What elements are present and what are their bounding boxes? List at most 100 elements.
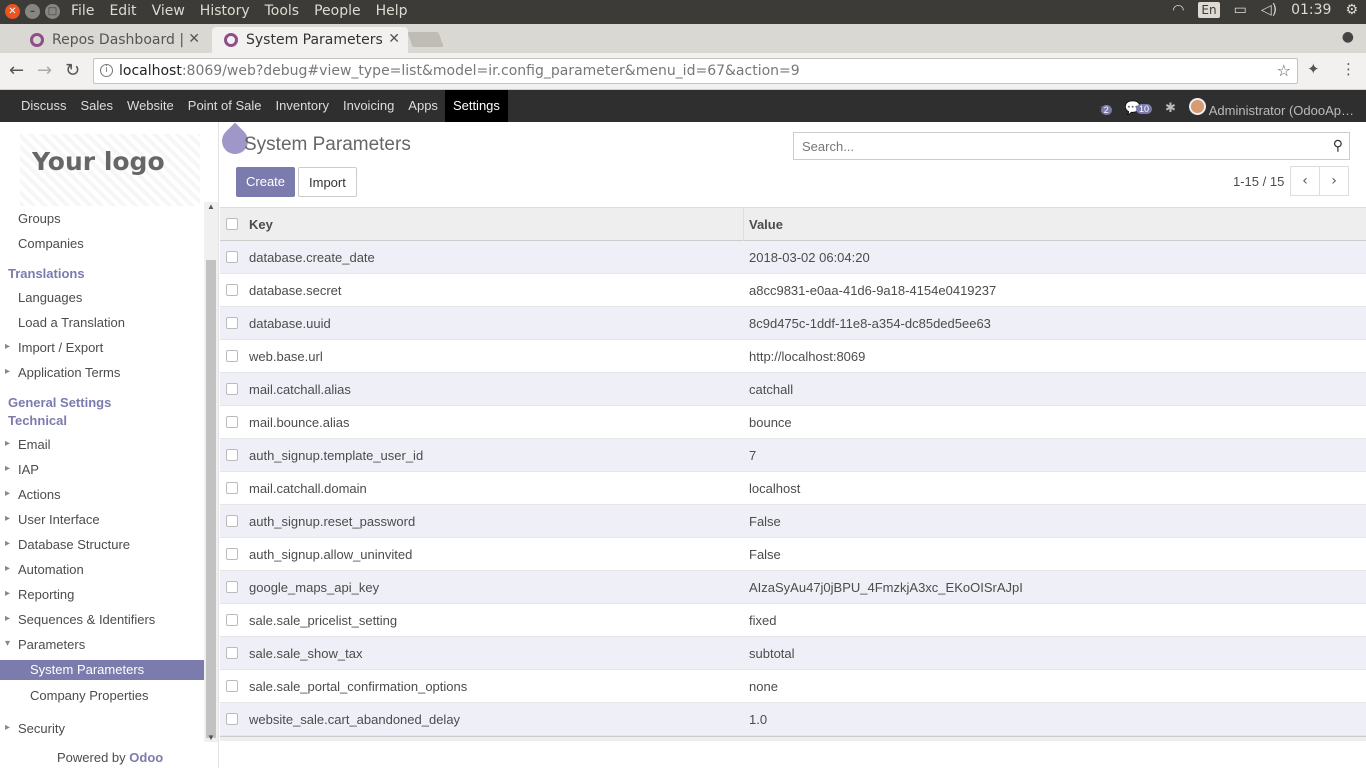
activity-button[interactable]: ◔2	[1098, 101, 1112, 116]
search-icon[interactable]: ⚲	[1333, 137, 1343, 154]
table-row[interactable]: sale.sale_portal_confirmation_options non…	[220, 670, 1366, 703]
sidebar-item-reporting[interactable]: Reporting	[5, 587, 74, 602]
menu-edit[interactable]: Edit	[109, 3, 136, 19]
pager-next-icon[interactable]: ›	[1319, 166, 1349, 196]
row-checkbox[interactable]	[226, 647, 238, 659]
table-row[interactable]: mail.catchall.alias catchall	[220, 373, 1366, 406]
column-header-value[interactable]: Value	[749, 217, 783, 232]
scroll-up-icon[interactable]: ▲	[207, 202, 215, 211]
sidebar-item-user-interface[interactable]: User Interface	[5, 512, 100, 527]
scroll-down-icon[interactable]: ▼	[207, 733, 215, 742]
row-checkbox[interactable]	[226, 548, 238, 560]
sidebar-item-company-properties[interactable]: Company Properties	[30, 688, 149, 703]
tab-system-parameters[interactable]: System Parameters ✕	[212, 27, 408, 53]
tab-close-icon[interactable]: ✕	[188, 31, 200, 47]
sidebar-item-companies[interactable]: Companies	[18, 236, 84, 251]
window-minimize-button[interactable]: –	[25, 4, 40, 19]
app-sales[interactable]: Sales	[74, 90, 121, 122]
import-button[interactable]: Import	[298, 167, 357, 197]
table-row[interactable]: sale.sale_pricelist_setting fixed	[220, 604, 1366, 637]
table-row[interactable]: mail.catchall.domain localhost	[220, 472, 1366, 505]
app-inventory[interactable]: Inventory	[269, 90, 336, 122]
sidebar-item-import-export[interactable]: Import / Export	[5, 340, 103, 355]
clock[interactable]: 01:39	[1291, 2, 1331, 18]
table-row[interactable]: database.secret a8cc9831-e0aa-41d6-9a18-4…	[220, 274, 1366, 307]
wifi-icon[interactable]: ◠	[1172, 2, 1184, 18]
table-row[interactable]: auth_signup.template_user_id 7	[220, 439, 1366, 472]
pager-value[interactable]: 1-15 / 15	[1233, 174, 1284, 189]
company-logo[interactable]: Your logo	[20, 134, 200, 206]
back-icon[interactable]: ←	[9, 60, 24, 81]
forward-icon[interactable]: →	[37, 60, 52, 81]
sidebar-category-translations[interactable]: Translations	[8, 266, 85, 281]
menu-file[interactable]: File	[71, 3, 94, 19]
app-discuss[interactable]: Discuss	[14, 90, 74, 122]
table-row[interactable]: database.uuid 8c9d475c-1ddf-11e8-a354-dc8…	[220, 307, 1366, 340]
sidebar-item-groups[interactable]: Groups	[18, 211, 61, 226]
debug-bug-icon[interactable]: ✱	[1165, 100, 1176, 116]
menu-tools[interactable]: Tools	[265, 3, 300, 19]
row-checkbox[interactable]	[226, 482, 238, 494]
volume-icon[interactable]: ◁)	[1261, 2, 1277, 18]
table-row[interactable]: auth_signup.reset_password False	[220, 505, 1366, 538]
sidebar-item-system-parameters[interactable]: System Parameters	[0, 660, 204, 680]
row-checkbox[interactable]	[226, 350, 238, 362]
odoo-link[interactable]: Odoo	[129, 750, 163, 765]
table-row[interactable]: auth_signup.allow_uninvited False	[220, 538, 1366, 571]
sidebar-item-parameters[interactable]: Parameters	[5, 637, 85, 652]
app-point-of-sale[interactable]: Point of Sale	[181, 90, 269, 122]
tab-repos-dashboard[interactable]: Repos Dashboard | ✕	[18, 27, 208, 53]
pager-previous-icon[interactable]: ‹	[1290, 166, 1320, 196]
sidebar-item-load-translation[interactable]: Load a Translation	[18, 315, 125, 330]
row-checkbox[interactable]	[226, 581, 238, 593]
menu-help[interactable]: Help	[376, 3, 408, 19]
app-settings[interactable]: Settings	[444, 90, 508, 122]
sidebar-item-sequences-identifiers[interactable]: Sequences & Identifiers	[5, 612, 155, 627]
app-website[interactable]: Website	[120, 90, 181, 122]
sidebar-item-languages[interactable]: Languages	[18, 290, 82, 305]
row-checkbox[interactable]	[226, 680, 238, 692]
address-bar[interactable]: i localhost:8069/web?debug#view_type=lis…	[93, 58, 1298, 84]
search-input[interactable]: Search... ⚲	[793, 132, 1350, 160]
user-menu[interactable]: Administrator (OdooAp…	[1188, 98, 1354, 118]
keyboard-layout[interactable]: En	[1198, 2, 1220, 18]
row-checkbox[interactable]	[226, 251, 238, 263]
table-row[interactable]: sale.sale_show_tax subtotal	[220, 637, 1366, 670]
messages-button[interactable]: 💬10	[1125, 100, 1152, 116]
table-row[interactable]: mail.bounce.alias bounce	[220, 406, 1366, 439]
sidebar-category-technical[interactable]: Technical	[8, 413, 67, 428]
menu-people[interactable]: People	[314, 3, 361, 19]
sidebar-item-automation[interactable]: Automation	[5, 562, 84, 577]
browser-menu-icon[interactable]: ⋮	[1341, 60, 1356, 78]
sidebar-item-application-terms[interactable]: Application Terms	[5, 365, 120, 380]
new-tab-button[interactable]	[407, 32, 444, 47]
reload-icon[interactable]: ↻	[65, 60, 80, 81]
extension-icon[interactable]: ✦	[1307, 60, 1320, 78]
sidebar-item-iap[interactable]: IAP	[5, 462, 39, 477]
row-checkbox[interactable]	[226, 614, 238, 626]
row-checkbox[interactable]	[226, 515, 238, 527]
row-checkbox[interactable]	[226, 383, 238, 395]
settings-gear-icon[interactable]: ⚙	[1345, 2, 1358, 18]
window-close-button[interactable]: ✕	[5, 4, 20, 19]
sidebar-item-email[interactable]: Email	[5, 437, 50, 452]
create-button[interactable]: Create	[236, 167, 296, 197]
battery-icon[interactable]: ▭	[1234, 2, 1247, 18]
sidebar-item-database-structure[interactable]: Database Structure	[5, 537, 130, 552]
scrollbar-thumb[interactable]	[206, 260, 216, 738]
menu-history[interactable]: History	[200, 3, 250, 19]
row-checkbox[interactable]	[226, 317, 238, 329]
select-all-checkbox[interactable]	[226, 218, 238, 230]
app-invoicing[interactable]: Invoicing	[336, 90, 401, 122]
table-row[interactable]: database.create_date 2018-03-02 06:04:20	[220, 241, 1366, 274]
window-maximize-button[interactable]: □	[45, 4, 60, 19]
menu-view[interactable]: View	[152, 3, 185, 19]
sidebar-category-general-settings[interactable]: General Settings	[8, 395, 111, 410]
table-row[interactable]: website_sale.cart_abandoned_delay 1.0	[220, 703, 1366, 736]
row-checkbox[interactable]	[226, 284, 238, 296]
row-checkbox[interactable]	[226, 416, 238, 428]
app-apps[interactable]: Apps	[401, 90, 445, 122]
sidebar-scrollbar[interactable]: ▲ ▼	[204, 202, 218, 742]
site-info-icon[interactable]: i	[100, 64, 113, 77]
column-header-key[interactable]: Key	[249, 217, 273, 232]
